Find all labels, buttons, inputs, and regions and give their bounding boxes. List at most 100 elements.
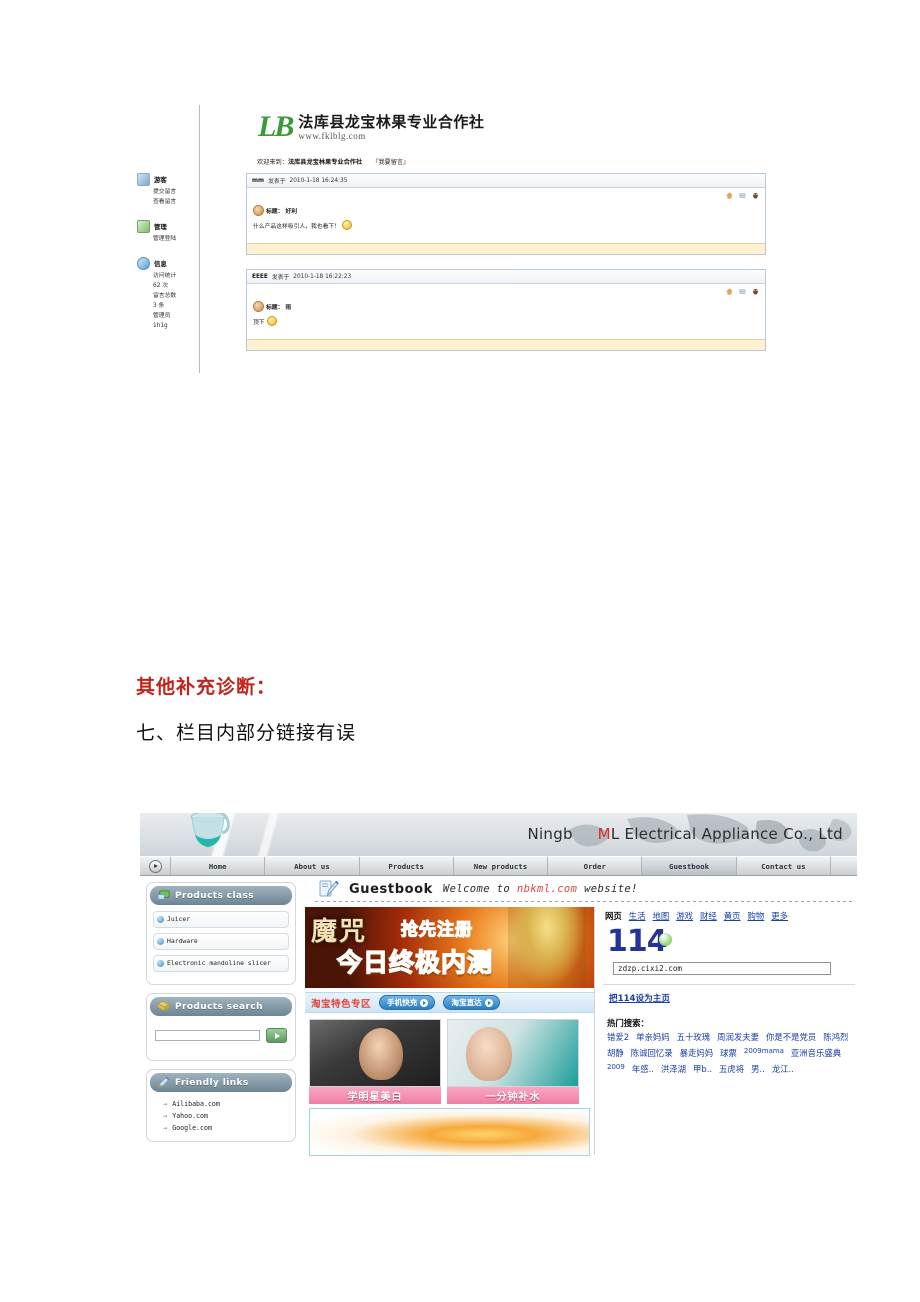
hot-item[interactable]: 你是不是党员 [766, 1031, 816, 1043]
p114-panel: 网页 生活 地图 游戏 财经 黄页 购物 更多 114 zdzp.cixi2.c… [594, 907, 857, 1155]
nav-item-order[interactable]: Order [548, 857, 643, 875]
sidebar-item-submit-message[interactable]: 提交留言 [153, 188, 197, 196]
product-search-button[interactable] [266, 1028, 287, 1043]
hot-item[interactable]: 单亲妈妈 [636, 1031, 670, 1043]
hot-item[interactable]: 五虎将 [719, 1063, 744, 1075]
p114-nav-yellowpages[interactable]: 黄页 [724, 910, 741, 922]
sidebar-section-manage-title: 管理 [154, 223, 167, 231]
hot-item[interactable]: 男.. [751, 1063, 765, 1075]
ad-caption: 学明星美白 [347, 1092, 403, 1103]
sidebar-section-info-title: 信息 [154, 260, 167, 268]
p114-nav-shopping[interactable]: 购物 [748, 910, 765, 922]
p114-nav-map[interactable]: 地图 [653, 910, 670, 922]
nav-item-contact-us[interactable]: Contact us [737, 857, 831, 875]
pencil-icon [157, 1076, 170, 1088]
nav-item-about-us[interactable]: About us [265, 857, 360, 875]
guestbook-title: Guestbook [349, 881, 433, 897]
hot-item[interactable]: 周润发夫妻 [717, 1031, 759, 1043]
nav-item-products[interactable]: Products [360, 857, 454, 875]
p114-logo-dot-icon [659, 933, 672, 946]
stat-messages-label: 留言总数 [153, 293, 177, 299]
category-label: Electronic mandoline slicer [167, 958, 271, 967]
p114-nav-games[interactable]: 游戏 [676, 910, 693, 922]
p114-logo-text: 114 [607, 924, 668, 959]
category-item-electronic-mandoline-slicer[interactable]: Electronic mandoline slicer [153, 955, 289, 972]
nav-item-new-products[interactable]: New products [454, 857, 549, 875]
qq-icon[interactable] [752, 288, 759, 295]
category-item-hardware[interactable]: Hardware [153, 933, 289, 950]
p114-nav-web[interactable]: 网页 [605, 910, 622, 922]
hot-item[interactable]: 龙江.. [772, 1063, 794, 1075]
message-posted-time: 2010-1-18 16:24:35 [289, 177, 348, 184]
category-label: Hardware [167, 936, 198, 945]
hot-item[interactable]: 2009 [607, 1063, 625, 1075]
products-class-box: Products class Juicer Hardware Electroni… [146, 882, 296, 985]
screenshot-bottom-fade [140, 1163, 857, 1171]
ad-image-bottom[interactable] [309, 1108, 590, 1156]
guestbook-panel: Guestbook Welcome to nbkml.com website! … [301, 876, 857, 1171]
message-tools [726, 288, 759, 295]
kml-site-screenshot: Ningbo KML Electrical Appliance Co., Ltd… [140, 813, 857, 1171]
hot-item[interactable]: 洪泽湖 [661, 1063, 686, 1075]
nav-item-guestbook[interactable]: Guestbook [642, 857, 737, 875]
qq-icon[interactable] [752, 192, 759, 199]
stat-messages-value: 3 条 [153, 303, 165, 309]
post-message-link[interactable]: 『我要留言』 [372, 159, 409, 166]
hot-item[interactable]: 年感.. [632, 1063, 654, 1075]
hot-item[interactable]: 暴走妈妈 [680, 1047, 714, 1059]
products-class-title: Products class [175, 890, 255, 901]
friendly-link-google[interactable]: → Google.com [153, 1122, 289, 1134]
hot-item[interactable]: 胡静 [607, 1047, 624, 1059]
product-search-input[interactable] [155, 1030, 260, 1041]
emoticon-icon [341, 220, 352, 230]
sidebar-item-admin-login[interactable]: 管理登陆 [153, 235, 197, 243]
message-body: 标题： 雨 顶下 [247, 284, 765, 339]
hot-item[interactable]: 陈鸿烈 [823, 1031, 848, 1043]
ad-card-hydration[interactable]: 一分钟补水 [447, 1019, 579, 1104]
hot-item[interactable]: 2009mama [744, 1047, 784, 1059]
sidebar-section-manage: 管理 管理登陆 [137, 220, 197, 243]
nav-play-cell [140, 857, 171, 875]
play-icon[interactable] [148, 859, 162, 873]
sidebar-item-view-messages[interactable]: 查看留言 [153, 198, 197, 206]
products-search-box: Products search [146, 993, 296, 1061]
hot-item[interactable]: 陈诚回忆录 [631, 1047, 673, 1059]
message-text-row: 什么产品这样吸引人，我也看下！ [253, 220, 759, 230]
p114-set-homepage-link[interactable]: 把114设为主页 [609, 992, 857, 1004]
sidebar-section-guest-title: 游客 [154, 176, 167, 184]
taobao-button-direct[interactable]: 淘宝直达 [443, 995, 500, 1010]
message-title-label: 标题： [266, 305, 284, 311]
nav-item-home[interactable]: Home [171, 857, 266, 875]
friendly-link-ailibaba[interactable]: → Ailibaba.com [153, 1098, 289, 1110]
p114-nav-life[interactable]: 生活 [629, 910, 646, 922]
hot-item[interactable]: 五十玫瑰 [677, 1031, 711, 1043]
sidebar-divider [199, 105, 200, 373]
message-footer [247, 339, 765, 350]
taobao-button-mobile-recharge[interactable]: 手机快充 [379, 995, 436, 1010]
ad-card-whitening[interactable]: 学明星美白 [309, 1019, 441, 1104]
message-list: mm 发表于 2010-1-18 16:24:35 标题： 好利 什么产品这样吸… [246, 173, 766, 365]
p114-search-input[interactable]: zdzp.cixi2.com [613, 962, 831, 975]
site-banner: Ningbo KML Electrical Appliance Co., Ltd [140, 813, 857, 856]
message-body: 标题： 好利 什么产品这样吸引人，我也看下！ [247, 188, 765, 243]
p114-nav-finance[interactable]: 财经 [700, 910, 717, 922]
message-title: 雨 [285, 305, 292, 311]
friendly-link-yahoo[interactable]: → Yahoo.com [153, 1110, 289, 1122]
message-icon[interactable] [739, 192, 746, 199]
message-title-label: 标题： [266, 209, 284, 215]
p114-nav-more[interactable]: 更多 [771, 910, 788, 922]
message-header: EEEE 发表于 2010-1-18 16:22:23 [247, 270, 765, 284]
hot-item[interactable]: 错爱2 [607, 1031, 629, 1043]
p114-hot-list: 错爱2 单亲妈妈 五十玫瑰 周润发夫妻 你是不是党员 陈鸿烈 胡静 陈诚回忆录 … [601, 1031, 857, 1075]
home-icon[interactable] [726, 288, 733, 295]
hot-item[interactable]: 球票 [720, 1047, 737, 1059]
game-ad-banner[interactable]: 魔咒 抢先注册 今日终极内测 [305, 907, 594, 988]
sidebar-section-guest: 游客 提交留言 查看留言 [137, 173, 197, 206]
hot-item[interactable]: 亚洲音乐盛典 [791, 1047, 841, 1059]
stat-visits-value: 62 次 [153, 283, 169, 289]
main-nav: Home About us Products New products Orde… [140, 856, 857, 876]
category-item-juicer[interactable]: Juicer [153, 911, 289, 928]
hot-item[interactable]: 甲b.. [693, 1063, 712, 1075]
home-icon[interactable] [726, 192, 733, 199]
message-icon[interactable] [739, 288, 746, 295]
